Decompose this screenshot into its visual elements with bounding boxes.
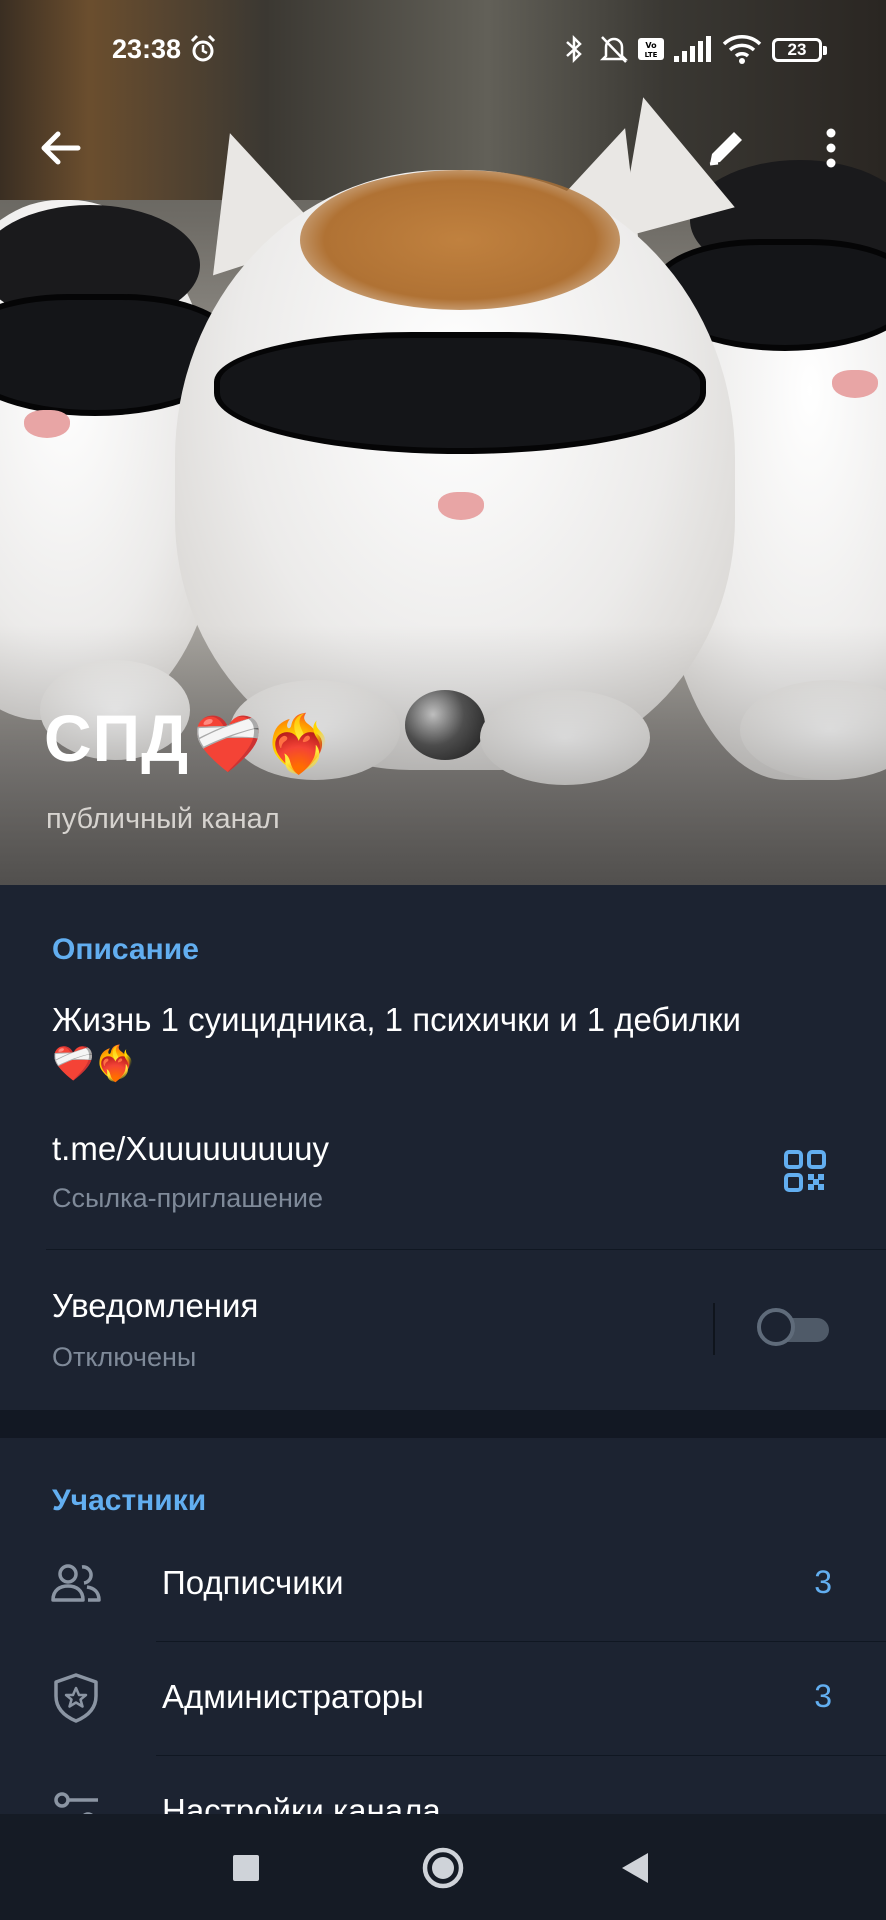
right-cat-nose xyxy=(832,370,878,398)
members-section-label: Участники xyxy=(52,1484,207,1517)
description-section-label: Описание xyxy=(52,933,199,966)
center-cat-nose xyxy=(438,492,484,520)
back-triangle-icon[interactable] xyxy=(608,1840,664,1896)
subscribers-row[interactable]: Подписчики 3 xyxy=(0,1526,886,1638)
channel-title-emojis: ❤️‍🩹❤️‍🔥 xyxy=(193,711,335,775)
volte-icon: Vo LTE xyxy=(638,38,664,60)
recent-apps-square-icon[interactable] xyxy=(218,1840,274,1896)
administrators-count: 3 xyxy=(814,1678,832,1714)
wifi-icon xyxy=(722,35,762,64)
toggle-knob xyxy=(757,1308,795,1346)
signal-icon xyxy=(674,36,711,62)
subscribers-label: Подписчики xyxy=(162,1564,344,1601)
status-bar: 23:38 Vo LTE 23 xyxy=(0,0,886,100)
svg-text:LTE: LTE xyxy=(645,51,658,59)
alarm-clock-icon xyxy=(190,34,216,62)
administrators-label: Администраторы xyxy=(162,1678,424,1715)
center-cat-orange-patch xyxy=(300,170,620,310)
users-icon xyxy=(51,1564,101,1602)
center-cat-sunglasses xyxy=(220,338,700,448)
description-text: Жизнь 1 суицидника, 1 психички и 1 дебил… xyxy=(52,1001,741,1038)
subscribers-count: 3 xyxy=(814,1564,832,1600)
description-emojis: ❤️‍🩹❤️‍🔥 xyxy=(52,1045,137,1083)
qr-code-icon[interactable] xyxy=(784,1150,826,1192)
channel-description[interactable]: Жизнь 1 суицидника, 1 психички и 1 дебил… xyxy=(52,998,842,1086)
invite-link-caption: Ссылка-приглашение xyxy=(52,1183,324,1213)
vertical-separator xyxy=(713,1303,715,1355)
more-vertical-icon[interactable] xyxy=(806,118,856,178)
battery-indicator: 23 xyxy=(772,38,827,62)
channel-name: СПД xyxy=(44,701,190,775)
system-navigation-bar xyxy=(0,1814,886,1920)
channel-type: публичный канал xyxy=(46,803,280,835)
divider xyxy=(46,1249,886,1250)
invite-link[interactable]: t.me/Xuuuuuuuuuy xyxy=(52,1130,329,1168)
notifications-state: Отключены xyxy=(52,1342,197,1372)
svg-text:Vo: Vo xyxy=(645,41,657,50)
edit-pencil-icon[interactable] xyxy=(696,118,756,178)
status-time: 23:38 xyxy=(112,34,182,64)
notifications-off-icon xyxy=(599,36,629,63)
back-arrow-icon[interactable] xyxy=(32,118,92,178)
notifications-toggle[interactable] xyxy=(757,1308,833,1348)
home-circle-icon[interactable] xyxy=(415,1840,471,1896)
notifications-label: Уведомления xyxy=(52,1287,259,1324)
bluetooth-icon xyxy=(566,34,582,64)
administrators-row[interactable]: Администраторы 3 xyxy=(0,1640,886,1752)
shield-star-icon xyxy=(54,1673,98,1723)
left-cat-nose xyxy=(24,410,70,438)
section-gap xyxy=(0,1410,886,1438)
channel-title: СПД❤️‍🩹❤️‍🔥 xyxy=(44,700,335,777)
